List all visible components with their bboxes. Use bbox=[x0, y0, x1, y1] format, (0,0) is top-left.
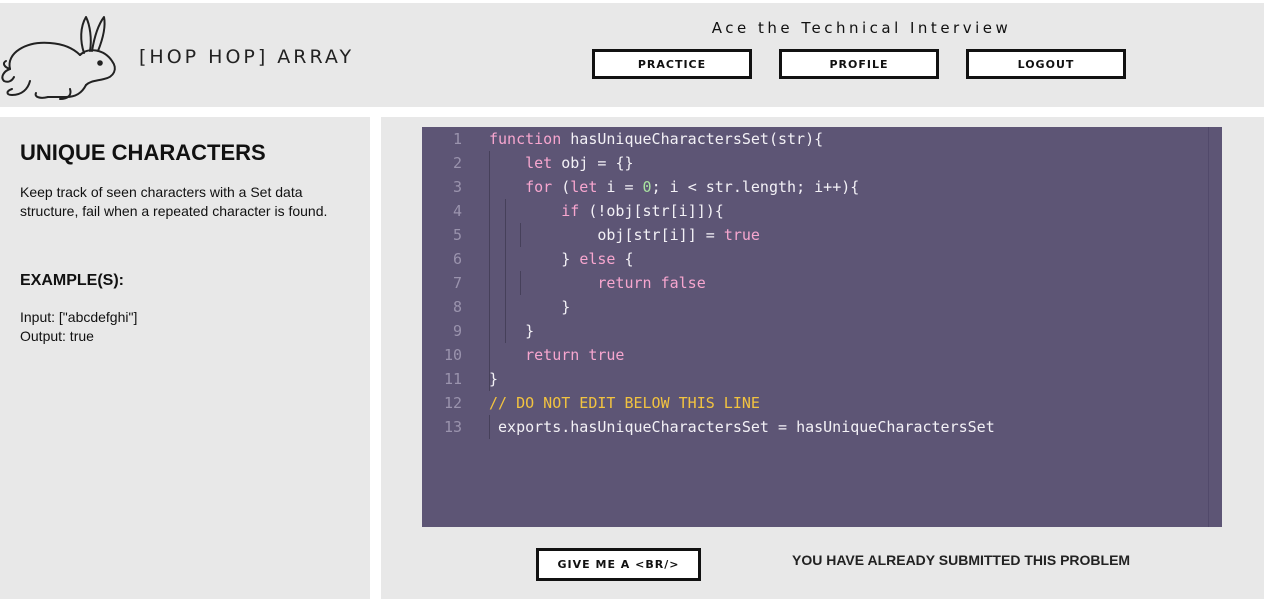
code-line[interactable]: 1 function hasUniqueCharactersSet(str){ bbox=[422, 127, 1222, 151]
code-text[interactable]: return true bbox=[489, 343, 624, 367]
problem-description: Keep track of seen characters with a Set… bbox=[20, 184, 328, 219]
rabbit-icon bbox=[1, 16, 116, 100]
code-text[interactable]: } bbox=[489, 295, 570, 319]
code-text[interactable]: function hasUniqueCharactersSet(str){ bbox=[489, 127, 823, 151]
examples-heading: EXAMPLE(S): bbox=[20, 272, 124, 289]
code-line[interactable]: 10 return true bbox=[422, 343, 1222, 367]
line-number: 3 bbox=[452, 178, 462, 196]
line-number: 7 bbox=[452, 274, 462, 292]
practice-button[interactable]: PRACTICE bbox=[592, 49, 752, 79]
code-text[interactable]: if (!obj[str[i]]){ bbox=[489, 199, 724, 223]
code-text[interactable]: obj[str[i]] = true bbox=[489, 223, 760, 247]
line-number: 4 bbox=[452, 202, 462, 220]
code-line[interactable]: 4 if (!obj[str[i]]){ bbox=[422, 199, 1222, 223]
code-line[interactable]: 9 } bbox=[422, 319, 1222, 343]
profile-button[interactable]: PROFILE bbox=[779, 49, 939, 79]
code-line[interactable]: 2 let obj = {} bbox=[422, 151, 1222, 175]
line-number: 8 bbox=[452, 298, 462, 316]
code-line[interactable]: 13 exports.hasUniqueCharactersSet = hasU… bbox=[422, 415, 1222, 439]
code-text[interactable]: } bbox=[489, 367, 498, 391]
app-header: [HOP HOP] ARRAY Ace the Technical Interv… bbox=[0, 3, 1264, 107]
example-input: Input: ["abcdefghi"] bbox=[20, 309, 138, 325]
code-line[interactable]: 11} bbox=[422, 367, 1222, 391]
code-text[interactable]: let obj = {} bbox=[489, 151, 633, 175]
problem-panel: UNIQUE CHARACTERS Keep track of seen cha… bbox=[0, 117, 370, 599]
example-output: Output: true bbox=[20, 328, 94, 344]
code-line[interactable]: 5 obj[str[i]] = true bbox=[422, 223, 1222, 247]
code-line[interactable]: 8 } bbox=[422, 295, 1222, 319]
line-number: 9 bbox=[452, 322, 462, 340]
code-text[interactable]: } bbox=[489, 319, 534, 343]
app-tagline: Ace the Technical Interview bbox=[711, 19, 1012, 37]
code-line[interactable]: 3 for (let i = 0; i < str.length; i++){ bbox=[422, 175, 1222, 199]
app-brand-name: [HOP HOP] ARRAY bbox=[139, 46, 355, 68]
code-line[interactable]: 12 // DO NOT EDIT BELOW THIS LINE bbox=[422, 391, 1222, 415]
problem-title: UNIQUE CHARACTERS bbox=[20, 140, 266, 165]
code-text[interactable]: } else { bbox=[489, 247, 633, 271]
code-editor[interactable]: 1 function hasUniqueCharactersSet(str){2 … bbox=[422, 127, 1222, 527]
code-text[interactable]: // DO NOT EDIT BELOW THIS LINE bbox=[489, 391, 760, 415]
line-number: 2 bbox=[452, 154, 462, 172]
line-number: 6 bbox=[452, 250, 462, 268]
line-number: 5 bbox=[452, 226, 462, 244]
line-number: 1 bbox=[452, 130, 462, 148]
logout-button[interactable]: LOGOUT bbox=[966, 49, 1126, 79]
hint-button[interactable]: GIVE ME A <BR/> bbox=[536, 548, 701, 581]
line-number: 13 bbox=[443, 418, 462, 436]
code-text[interactable]: exports.hasUniqueCharactersSet = hasUniq… bbox=[489, 415, 995, 439]
submission-status: YOU HAVE ALREADY SUBMITTED THIS PROBLEM bbox=[792, 552, 1131, 568]
line-number: 11 bbox=[443, 370, 462, 388]
line-number: 10 bbox=[443, 346, 462, 364]
code-line[interactable]: 6 } else { bbox=[422, 247, 1222, 271]
line-number: 12 bbox=[443, 394, 462, 412]
code-text[interactable]: for (let i = 0; i < str.length; i++){ bbox=[489, 175, 859, 199]
code-line[interactable]: 7 return false bbox=[422, 271, 1222, 295]
code-text[interactable]: return false bbox=[489, 271, 705, 295]
editor-panel: 1 function hasUniqueCharactersSet(str){2 … bbox=[381, 117, 1264, 599]
